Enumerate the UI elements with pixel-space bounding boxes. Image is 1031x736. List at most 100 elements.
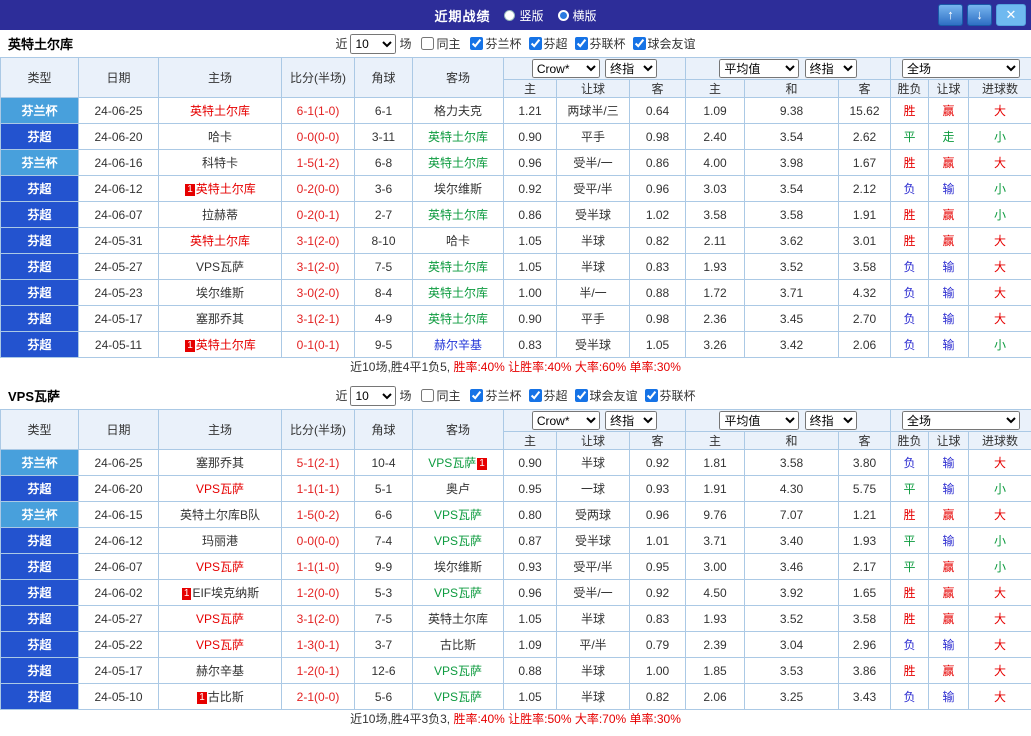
league-filter[interactable]: 芬兰杯	[470, 35, 522, 52]
home-team-link[interactable]: 英特土尔库	[190, 104, 250, 118]
match-score[interactable]: 6-1(1-0)	[281, 97, 355, 124]
league-checkbox[interactable]	[470, 37, 484, 50]
match-score[interactable]: 3-1(2-0)	[281, 253, 355, 280]
away-team-link[interactable]: 赫尔辛基	[434, 338, 482, 352]
average-select[interactable]: 平均值	[719, 59, 800, 78]
home-team-link[interactable]: 哈卡	[208, 130, 232, 144]
away-team-link[interactable]: 格力夫克	[434, 104, 482, 118]
league-filter[interactable]: 球会友谊	[632, 35, 696, 52]
league-filter[interactable]: 芬兰杯	[470, 387, 522, 404]
home-team-link[interactable]: VPS瓦萨	[196, 260, 244, 274]
away-team-link[interactable]: 英特土尔库	[428, 156, 488, 170]
match-score[interactable]: 0-1(0-1)	[281, 331, 355, 358]
league-filter[interactable]: 球会友谊	[574, 387, 638, 404]
match-score[interactable]: 2-1(0-0)	[281, 683, 355, 710]
match-score[interactable]: 3-1(2-0)	[281, 605, 355, 632]
match-score[interactable]: 1-2(0-0)	[281, 579, 355, 606]
away-team-link[interactable]: VPS瓦萨	[434, 534, 482, 548]
away-team-link[interactable]: 英特土尔库	[428, 612, 488, 626]
home-team-link[interactable]: 塞那乔其	[196, 456, 244, 470]
same-home-checkbox[interactable]	[421, 389, 435, 402]
away-team-link[interactable]: VPS瓦萨	[434, 690, 482, 704]
fullmatch-select[interactable]: 全场	[902, 59, 1020, 78]
away-team-link[interactable]: 古比斯	[440, 638, 476, 652]
home-team-link[interactable]: 玛丽港	[202, 534, 238, 548]
match-score[interactable]: 1-5(1-2)	[281, 149, 355, 176]
close-button[interactable]: ✕	[996, 4, 1026, 26]
match-score[interactable]: 3-1(2-1)	[281, 305, 355, 332]
league-checkbox[interactable]	[632, 37, 646, 50]
league-checkbox[interactable]	[574, 37, 588, 50]
away-team-link[interactable]: VPS瓦萨	[434, 508, 482, 522]
radio-unchecked-icon[interactable]	[504, 9, 516, 21]
home-team-link[interactable]: 埃尔维斯	[196, 286, 244, 300]
home-team-link[interactable]: VPS瓦萨	[196, 560, 244, 574]
same-home-filter[interactable]: 同主	[421, 387, 460, 404]
league-filter[interactable]: 芬联杯	[574, 35, 626, 52]
average-final-select[interactable]: 终指	[804, 411, 857, 430]
move-up-button[interactable]: ↑	[938, 4, 963, 26]
home-team-link[interactable]: 赫尔辛基	[196, 664, 244, 678]
home-team-link[interactable]: VPS瓦萨	[196, 612, 244, 626]
away-team-link[interactable]: 英特土尔库	[428, 286, 488, 300]
away-team-link[interactable]: 奥卢	[446, 482, 470, 496]
match-score[interactable]: 0-0(0-0)	[281, 527, 355, 554]
match-score[interactable]: 0-2(0-0)	[281, 175, 355, 202]
home-team-link[interactable]: VPS瓦萨	[196, 482, 244, 496]
away-team-link[interactable]: 英特土尔库	[428, 260, 488, 274]
home-team-link[interactable]: VPS瓦萨	[196, 638, 244, 652]
league-checkbox[interactable]	[574, 389, 588, 402]
league-filter[interactable]: 芬联杯	[644, 387, 696, 404]
league-checkbox[interactable]	[528, 389, 542, 402]
fullmatch-select[interactable]: 全场	[902, 411, 1020, 430]
away-team-link[interactable]: VPS瓦萨	[434, 586, 482, 600]
home-team-link[interactable]: 塞那乔其	[196, 312, 244, 326]
away-team-link[interactable]: 埃尔维斯	[434, 560, 482, 574]
bookmaker-final-select[interactable]: 终指	[605, 411, 658, 430]
match-score[interactable]: 5-1(2-1)	[281, 449, 355, 476]
match-score[interactable]: 0-0(0-0)	[281, 123, 355, 150]
recent-count-select[interactable]: 10	[350, 385, 397, 406]
home-team-link[interactable]: 英特土尔库B队	[180, 508, 260, 522]
layout-option-vertical[interactable]: 竖版	[504, 7, 544, 24]
bookmaker-select[interactable]: Crow*	[531, 59, 600, 78]
home-team-link[interactable]: 英特土尔库	[196, 338, 256, 352]
league-checkbox[interactable]	[644, 389, 658, 402]
away-team-link[interactable]: VPS瓦萨	[434, 664, 482, 678]
same-home-filter[interactable]: 同主	[421, 35, 460, 52]
away-team-link[interactable]: 英特土尔库	[428, 208, 488, 222]
corner-score: 12-6	[354, 657, 413, 684]
home-team-link[interactable]: 英特土尔库	[196, 182, 256, 196]
away-team-link[interactable]: 哈卡	[446, 234, 470, 248]
match-score[interactable]: 1-5(0-2)	[281, 501, 355, 528]
league-filter[interactable]: 芬超	[528, 387, 568, 404]
bookmaker-select[interactable]: Crow*	[531, 411, 600, 430]
home-team-link[interactable]: 科特卡	[202, 156, 238, 170]
radio-checked-icon[interactable]	[557, 9, 569, 21]
league-checkbox[interactable]	[528, 37, 542, 50]
recent-count-select[interactable]: 10	[350, 33, 397, 54]
same-home-checkbox[interactable]	[421, 37, 435, 50]
league-checkbox[interactable]	[470, 389, 484, 402]
league-filter[interactable]: 芬超	[528, 35, 568, 52]
away-team-link[interactable]: 英特土尔库	[428, 130, 488, 144]
home-team-link[interactable]: 英特土尔库	[190, 234, 250, 248]
move-down-button[interactable]: ↓	[967, 4, 992, 26]
home-team-link[interactable]: EIF埃克纳斯	[192, 586, 259, 600]
match-score[interactable]: 1-1(1-1)	[281, 475, 355, 502]
match-score[interactable]: 1-2(0-1)	[281, 657, 355, 684]
home-team-link[interactable]: 拉赫蒂	[202, 208, 238, 222]
away-team-link[interactable]: 埃尔维斯	[434, 182, 482, 196]
match-score[interactable]: 3-1(2-0)	[281, 227, 355, 254]
match-score[interactable]: 0-2(0-1)	[281, 201, 355, 228]
average-select[interactable]: 平均值	[719, 411, 800, 430]
match-score[interactable]: 1-3(0-1)	[281, 631, 355, 658]
layout-option-horizontal[interactable]: 横版	[557, 7, 597, 24]
bookmaker-final-select[interactable]: 终指	[605, 59, 658, 78]
average-final-select[interactable]: 终指	[804, 59, 857, 78]
match-score[interactable]: 3-0(2-0)	[281, 279, 355, 306]
away-team-link[interactable]: 英特土尔库	[428, 312, 488, 326]
away-team-link[interactable]: VPS瓦萨	[428, 456, 476, 470]
match-score[interactable]: 1-1(1-0)	[281, 553, 355, 580]
home-team-link[interactable]: 古比斯	[208, 690, 244, 704]
